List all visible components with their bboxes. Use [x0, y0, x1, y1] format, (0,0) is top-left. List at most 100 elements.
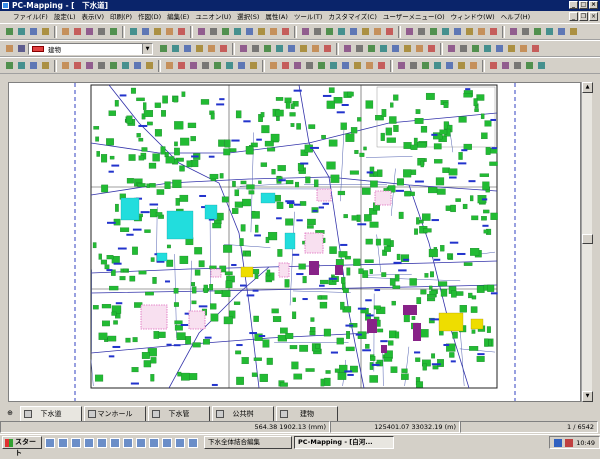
toolbar-button-icon[interactable]: [152, 26, 163, 37]
toolbar-button-icon[interactable]: [452, 26, 463, 37]
toolbar-button-icon[interactable]: [444, 60, 455, 71]
toolbar-button-icon[interactable]: [500, 60, 511, 71]
toolbar-button-icon[interactable]: [212, 60, 223, 71]
tab-manhole[interactable]: マンホール: [84, 406, 146, 421]
quick-launch-icon[interactable]: [149, 438, 159, 448]
toolbar-button-icon[interactable]: [132, 60, 143, 71]
toolbar-button-icon[interactable]: [488, 26, 499, 37]
toolbar-button-icon[interactable]: [512, 60, 523, 71]
toolbar-button-icon[interactable]: [300, 26, 311, 37]
toolbar-button-icon[interactable]: [4, 26, 15, 37]
maximize-button[interactable]: □: [579, 1, 588, 9]
toolbar-button-icon[interactable]: [322, 43, 333, 54]
menu-attribute[interactable]: 属性(A): [262, 11, 291, 23]
mdi-minimize-button[interactable]: _: [569, 12, 578, 21]
menu-union[interactable]: ユニオン(U): [192, 11, 234, 23]
toolbar-button-icon[interactable]: [244, 26, 255, 37]
toolbar-button-icon[interactable]: [428, 26, 439, 37]
toolbar-button-icon[interactable]: [96, 26, 107, 37]
toolbar-button-icon[interactable]: [352, 60, 363, 71]
toolbar-button-icon[interactable]: [520, 26, 531, 37]
toolbar-button-icon[interactable]: [60, 26, 71, 37]
toolbar-button-icon[interactable]: [404, 26, 415, 37]
toolbar-button-icon[interactable]: [218, 43, 229, 54]
toolbar-button-icon[interactable]: [518, 43, 529, 54]
toolbar-button-icon[interactable]: [414, 43, 425, 54]
toolbar-button-icon[interactable]: [238, 43, 249, 54]
quick-launch-icon[interactable]: [97, 438, 107, 448]
toolbar-button-icon[interactable]: [304, 60, 315, 71]
toolbar-button-icon[interactable]: [28, 60, 39, 71]
toolbar-button-icon[interactable]: [482, 43, 493, 54]
toolbar-button-icon[interactable]: [60, 60, 71, 71]
toolbar-button-icon[interactable]: [280, 26, 291, 37]
toolbar-button-icon[interactable]: [224, 60, 235, 71]
toolbar-button-icon[interactable]: [280, 60, 291, 71]
toolbar-button-icon[interactable]: [232, 26, 243, 37]
toolbar-button-icon[interactable]: [108, 26, 119, 37]
menu-view[interactable]: 表示(V): [79, 11, 108, 23]
menu-settings[interactable]: 設定(L): [51, 11, 79, 23]
toolbar-button-icon[interactable]: [446, 43, 457, 54]
toolbar-button-icon[interactable]: [286, 43, 297, 54]
toolbar-button-icon[interactable]: [328, 60, 339, 71]
toolbar-button-icon[interactable]: [342, 43, 353, 54]
toolbar-button-icon[interactable]: [494, 43, 505, 54]
toolbar-button-icon[interactable]: [508, 26, 519, 37]
quick-launch-icon[interactable]: [162, 438, 172, 448]
toolbar-button-icon[interactable]: [268, 60, 279, 71]
minimize-button[interactable]: _: [569, 1, 578, 9]
toolbar-button-icon[interactable]: [402, 43, 413, 54]
toolbar-button-icon[interactable]: [378, 43, 389, 54]
toolbar-button-icon[interactable]: [336, 26, 347, 37]
toolbar-button-icon[interactable]: [390, 43, 401, 54]
toolbar-button-icon[interactable]: [366, 43, 377, 54]
toolbar-button-icon[interactable]: [506, 43, 517, 54]
scroll-down-button[interactable]: ▼: [582, 391, 593, 402]
tray-icon[interactable]: [565, 439, 573, 447]
menu-select[interactable]: 選択(S): [234, 11, 262, 23]
toolbar-button-icon[interactable]: [72, 26, 83, 37]
menu-draw[interactable]: 作図(D): [135, 11, 164, 23]
toolbar-button-icon[interactable]: [120, 60, 131, 71]
toolbar-button-icon[interactable]: [206, 43, 217, 54]
toolbar-button-icon[interactable]: [256, 26, 267, 37]
toolbar-button-icon[interactable]: [250, 43, 261, 54]
taskbar-item-active[interactable]: PC-Mapping - [白河...: [294, 436, 394, 449]
toolbar-button-icon[interactable]: [176, 60, 187, 71]
toolbar-button-icon[interactable]: [372, 26, 383, 37]
tab-sewer[interactable]: 下水道: [20, 406, 82, 421]
toolbar-button-icon[interactable]: [556, 26, 567, 37]
toolbar-button-icon[interactable]: [16, 26, 27, 37]
toolbar-button-icon[interactable]: [196, 26, 207, 37]
toolbar-button-icon[interactable]: [188, 60, 199, 71]
toolbar-button-icon[interactable]: [340, 60, 351, 71]
toolbar-button-icon[interactable]: [140, 26, 151, 37]
toolbar-button-icon[interactable]: [416, 26, 427, 37]
toolbar-button-icon[interactable]: [248, 60, 259, 71]
toolbar-button-icon[interactable]: [108, 60, 119, 71]
toolbar-button-icon[interactable]: [544, 26, 555, 37]
toolbar-button-icon[interactable]: [470, 43, 481, 54]
toolbar-button-icon[interactable]: [194, 43, 205, 54]
menu-file[interactable]: ファイル(F): [10, 11, 51, 23]
toolbar-button-icon[interactable]: [128, 26, 139, 37]
toolbar-button-icon[interactable]: [354, 43, 365, 54]
toolbar-button-icon[interactable]: [72, 60, 83, 71]
toolbar-button-icon[interactable]: [530, 43, 541, 54]
toolbar-button-icon[interactable]: [298, 43, 309, 54]
menu-customize[interactable]: カスタマイズ(C): [325, 11, 379, 23]
toolbar-button-icon[interactable]: [536, 60, 547, 71]
menu-print[interactable]: 印刷(P): [107, 11, 135, 23]
mdi-close-button[interactable]: ×: [589, 12, 598, 21]
toolbar-button-icon[interactable]: [310, 43, 321, 54]
layer-list-icon[interactable]: [16, 43, 27, 54]
quick-launch-icon[interactable]: [110, 438, 120, 448]
toolbar-button-icon[interactable]: [96, 60, 107, 71]
toolbar-button-icon[interactable]: [268, 26, 279, 37]
tab-public-basin[interactable]: 公共桝: [212, 406, 274, 421]
toolbar-button-icon[interactable]: [408, 60, 419, 71]
toolbar-button-icon[interactable]: [40, 60, 51, 71]
tray-icon[interactable]: [554, 439, 562, 447]
toolbar-button-icon[interactable]: [84, 26, 95, 37]
